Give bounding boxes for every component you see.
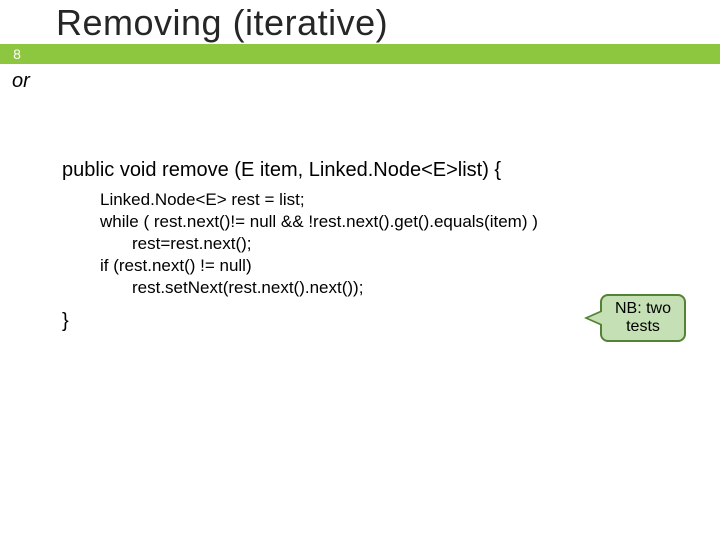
code-line-3: rest=rest.next(); xyxy=(132,233,682,255)
code-block: public void remove (E item, Linked.Node<… xyxy=(62,158,682,334)
code-line-5: rest.setNext(rest.next().next()); xyxy=(132,277,682,299)
code-line-2: while ( rest.next()!= null && !rest.next… xyxy=(100,211,682,233)
or-label: or xyxy=(12,70,30,93)
slide-title: Removing (iterative) xyxy=(56,2,388,44)
code-signature: public void remove (E item, Linked.Node<… xyxy=(62,158,682,183)
code-body: Linked.Node<E> rest = list; while ( rest… xyxy=(100,189,682,299)
code-line-4: if (rest.next() != null) xyxy=(100,255,682,277)
title-underline-bar xyxy=(0,44,720,64)
callout-bubble: NB: two tests xyxy=(600,294,686,342)
title-row: 8 Removing (iterative) xyxy=(0,0,720,60)
code-line-1: Linked.Node<E> rest = list; xyxy=(100,189,682,211)
page-number: 8 xyxy=(13,46,21,62)
callout-text: NB: two tests xyxy=(602,300,684,337)
page-number-badge: 8 xyxy=(0,44,34,64)
